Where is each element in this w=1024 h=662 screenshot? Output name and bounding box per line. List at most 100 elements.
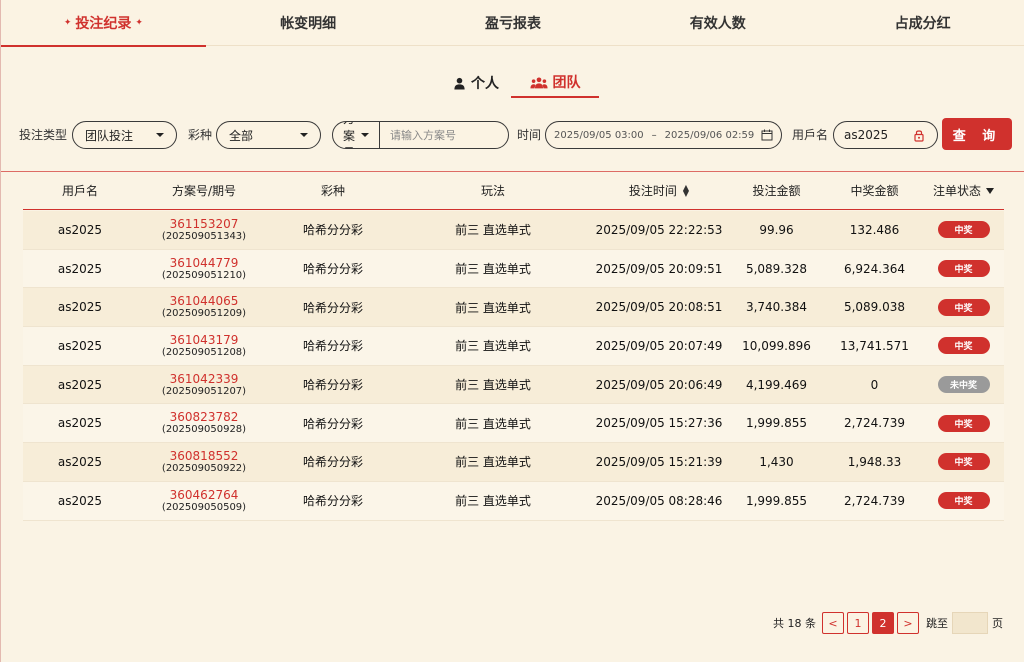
page-button-1[interactable]: 1 (847, 612, 869, 634)
header-text: 注单状态 (932, 184, 981, 198)
tab-profit-report[interactable]: 盈亏报表 (411, 0, 616, 46)
status-badge: 未中奖 (937, 376, 990, 394)
col-header-status[interactable]: 注单状态 (923, 172, 1004, 209)
cell-win: 2,724.739 (843, 416, 906, 431)
sort-icon[interactable]: ▲ ▼ (683, 183, 689, 197)
status-badge: 中奖 (937, 298, 990, 316)
date-separator: – (651, 129, 657, 141)
cell-plan: 361044065 (202509051209) (137, 288, 271, 326)
tab-label: 帐变明细 (280, 16, 337, 32)
plan-number-input[interactable] (380, 122, 508, 148)
tab-dot-right-icon: ✦ (135, 18, 143, 28)
tab-active-users[interactable]: 有效人数 (615, 0, 820, 46)
cell-win: 0 (870, 377, 879, 392)
prev-page-button[interactable]: < (822, 612, 844, 634)
cell-status: 中奖 (923, 443, 1004, 481)
scope-tab-personal[interactable]: 个人 (441, 68, 511, 98)
cell-bet: 10,099.896 (742, 338, 811, 353)
cell-play: 前三 直选单式 (455, 339, 531, 354)
goto-page-input[interactable] (952, 612, 988, 634)
time-label: 时间 (517, 128, 542, 142)
date-range-picker[interactable]: 2025/09/05 03:00 – 2025/09/06 02:59 (545, 121, 782, 149)
top-tabs: ✦ 投注纪录 ✦ 帐变明细 盈亏报表 有效人数 占成分红 (1, 0, 1024, 47)
date-start: 2025/09/05 03:00 (554, 129, 644, 141)
cell-time: 2025/09/05 22:22:53 (595, 222, 723, 237)
plan-number-link[interactable]: 360823782 (170, 410, 239, 424)
next-page-button[interactable]: > (897, 612, 919, 634)
cell-plan: 361043179 (202509051208) (137, 327, 271, 365)
cell-user: as2025 (57, 493, 103, 508)
filter-icon[interactable] (986, 187, 994, 194)
plan-number-link[interactable]: 360462764 (170, 488, 239, 502)
scope-tab-team[interactable]: 团队 (511, 68, 599, 98)
table-row[interactable]: as2025 361043179 (202509051208) 哈希分分彩 前三… (23, 327, 1004, 366)
cell-win: 132.486 (849, 222, 900, 237)
tab-bet-records[interactable]: ✦ 投注纪录 ✦ (1, 0, 206, 47)
cell-status: 中奖 (923, 250, 1004, 288)
table-row[interactable]: as2025 361044065 (202509051209) 哈希分分彩 前三… (23, 288, 1004, 328)
lock-icon (914, 129, 924, 142)
status-badge: 中奖 (937, 453, 990, 471)
plan-number-link[interactable]: 361042339 (170, 372, 239, 386)
cell-plan: 361042339 (202509051207) (137, 366, 271, 404)
cell-time: 2025/09/05 20:07:49 (595, 338, 723, 353)
username-input[interactable] (844, 128, 914, 142)
bet-type-select[interactable]: 团队投注 (72, 121, 177, 149)
search-button[interactable]: 查 询 (942, 118, 1012, 150)
plan-type-value: 方案号 (343, 122, 356, 148)
col-header-play: 玩法 (395, 172, 591, 209)
cell-play: 前三 直选单式 (455, 300, 531, 315)
cell-time: 2025/09/05 15:21:39 (595, 454, 723, 469)
cell-status: 中奖 (923, 288, 1004, 326)
header-text: 中奖金额 (850, 184, 899, 198)
cell-plan: 360823782 (202509050928) (137, 404, 271, 442)
col-header-plan: 方案号/期号 (137, 172, 271, 209)
col-header-lottery: 彩种 (271, 172, 395, 209)
issue-number: (202509051209) (161, 308, 247, 320)
cell-lottery: 哈希分分彩 (302, 494, 363, 509)
page-button-2[interactable]: 2 (872, 612, 894, 634)
plan-number-link[interactable]: 361044065 (170, 294, 239, 308)
table-row[interactable]: as2025 361153207 (202509051343) 哈希分分彩 前三… (23, 211, 1004, 250)
plan-number-link[interactable]: 361153207 (170, 217, 239, 231)
cell-time: 2025/09/05 15:27:36 (595, 416, 723, 431)
table-row[interactable]: as2025 360823782 (202509050928) 哈希分分彩 前三… (23, 404, 1004, 444)
date-end: 2025/09/06 02:59 (664, 129, 755, 141)
table-row[interactable]: as2025 360462764 (202509050509) 哈希分分彩 前三… (23, 481, 1004, 521)
cell-plan: 361153207 (202509051343) (137, 211, 271, 249)
cell-user: as2025 (57, 222, 103, 237)
col-header-time[interactable]: 投注时间 ▲ ▼ (591, 172, 727, 209)
plan-number-link[interactable]: 360818552 (170, 449, 239, 463)
cell-user: as2025 (57, 454, 103, 469)
cell-user: as2025 (57, 300, 103, 315)
lottery-label: 彩种 (188, 128, 213, 142)
table-row[interactable]: as2025 361042339 (202509051207) 哈希分分彩 前三… (23, 365, 1004, 405)
scope-tab-label: 团队 (552, 75, 581, 91)
plan-number-link[interactable]: 361043179 (170, 333, 239, 347)
col-header-bet: 投注金额 (727, 172, 826, 209)
cell-bet: 1,999.855 (745, 416, 808, 431)
cell-bet: 1,999.855 (745, 493, 808, 508)
page-frame: ✦ 投注纪录 ✦ 帐变明细 盈亏报表 有效人数 占成分红 个人 团队 投注类型 … (0, 0, 1024, 662)
cell-lottery: 哈希分分彩 (302, 223, 363, 238)
lottery-select[interactable]: 全部 (216, 121, 321, 149)
cell-status: 中奖 (923, 482, 1004, 520)
tab-account-changes[interactable]: 帐变明细 (206, 0, 411, 46)
cell-win: 6,924.364 (843, 261, 906, 276)
table-row[interactable]: as2025 361044779 (202509051210) 哈希分分彩 前三… (23, 249, 1004, 289)
tab-label: 投注纪录 (75, 16, 132, 32)
table-header: 用戶名 方案号/期号 彩种 玩法 投注时间 ▲ ▼ 投注金额 中奖金额 注单状态 (23, 172, 1004, 210)
tab-label: 占成分红 (894, 16, 951, 32)
header-text: 投注金额 (752, 184, 801, 198)
issue-number: (202509051207) (161, 385, 247, 397)
tab-dividends[interactable]: 占成分红 (820, 0, 1024, 46)
total-count: 共 18 条 (773, 617, 816, 630)
plan-type-select[interactable]: 方案号 (333, 122, 381, 148)
table-row[interactable]: as2025 360818552 (202509050922) 哈希分分彩 前三… (23, 443, 1004, 482)
pagination: 共 18 条 < 1 2 > 跳至 页 (773, 612, 1003, 634)
cell-bet: 5,089.328 (745, 261, 808, 276)
team-icon (529, 76, 548, 88)
lottery-value: 全部 (229, 128, 254, 143)
plan-number-link[interactable]: 361044779 (170, 256, 239, 270)
cell-time: 2025/09/05 20:08:51 (595, 300, 723, 315)
